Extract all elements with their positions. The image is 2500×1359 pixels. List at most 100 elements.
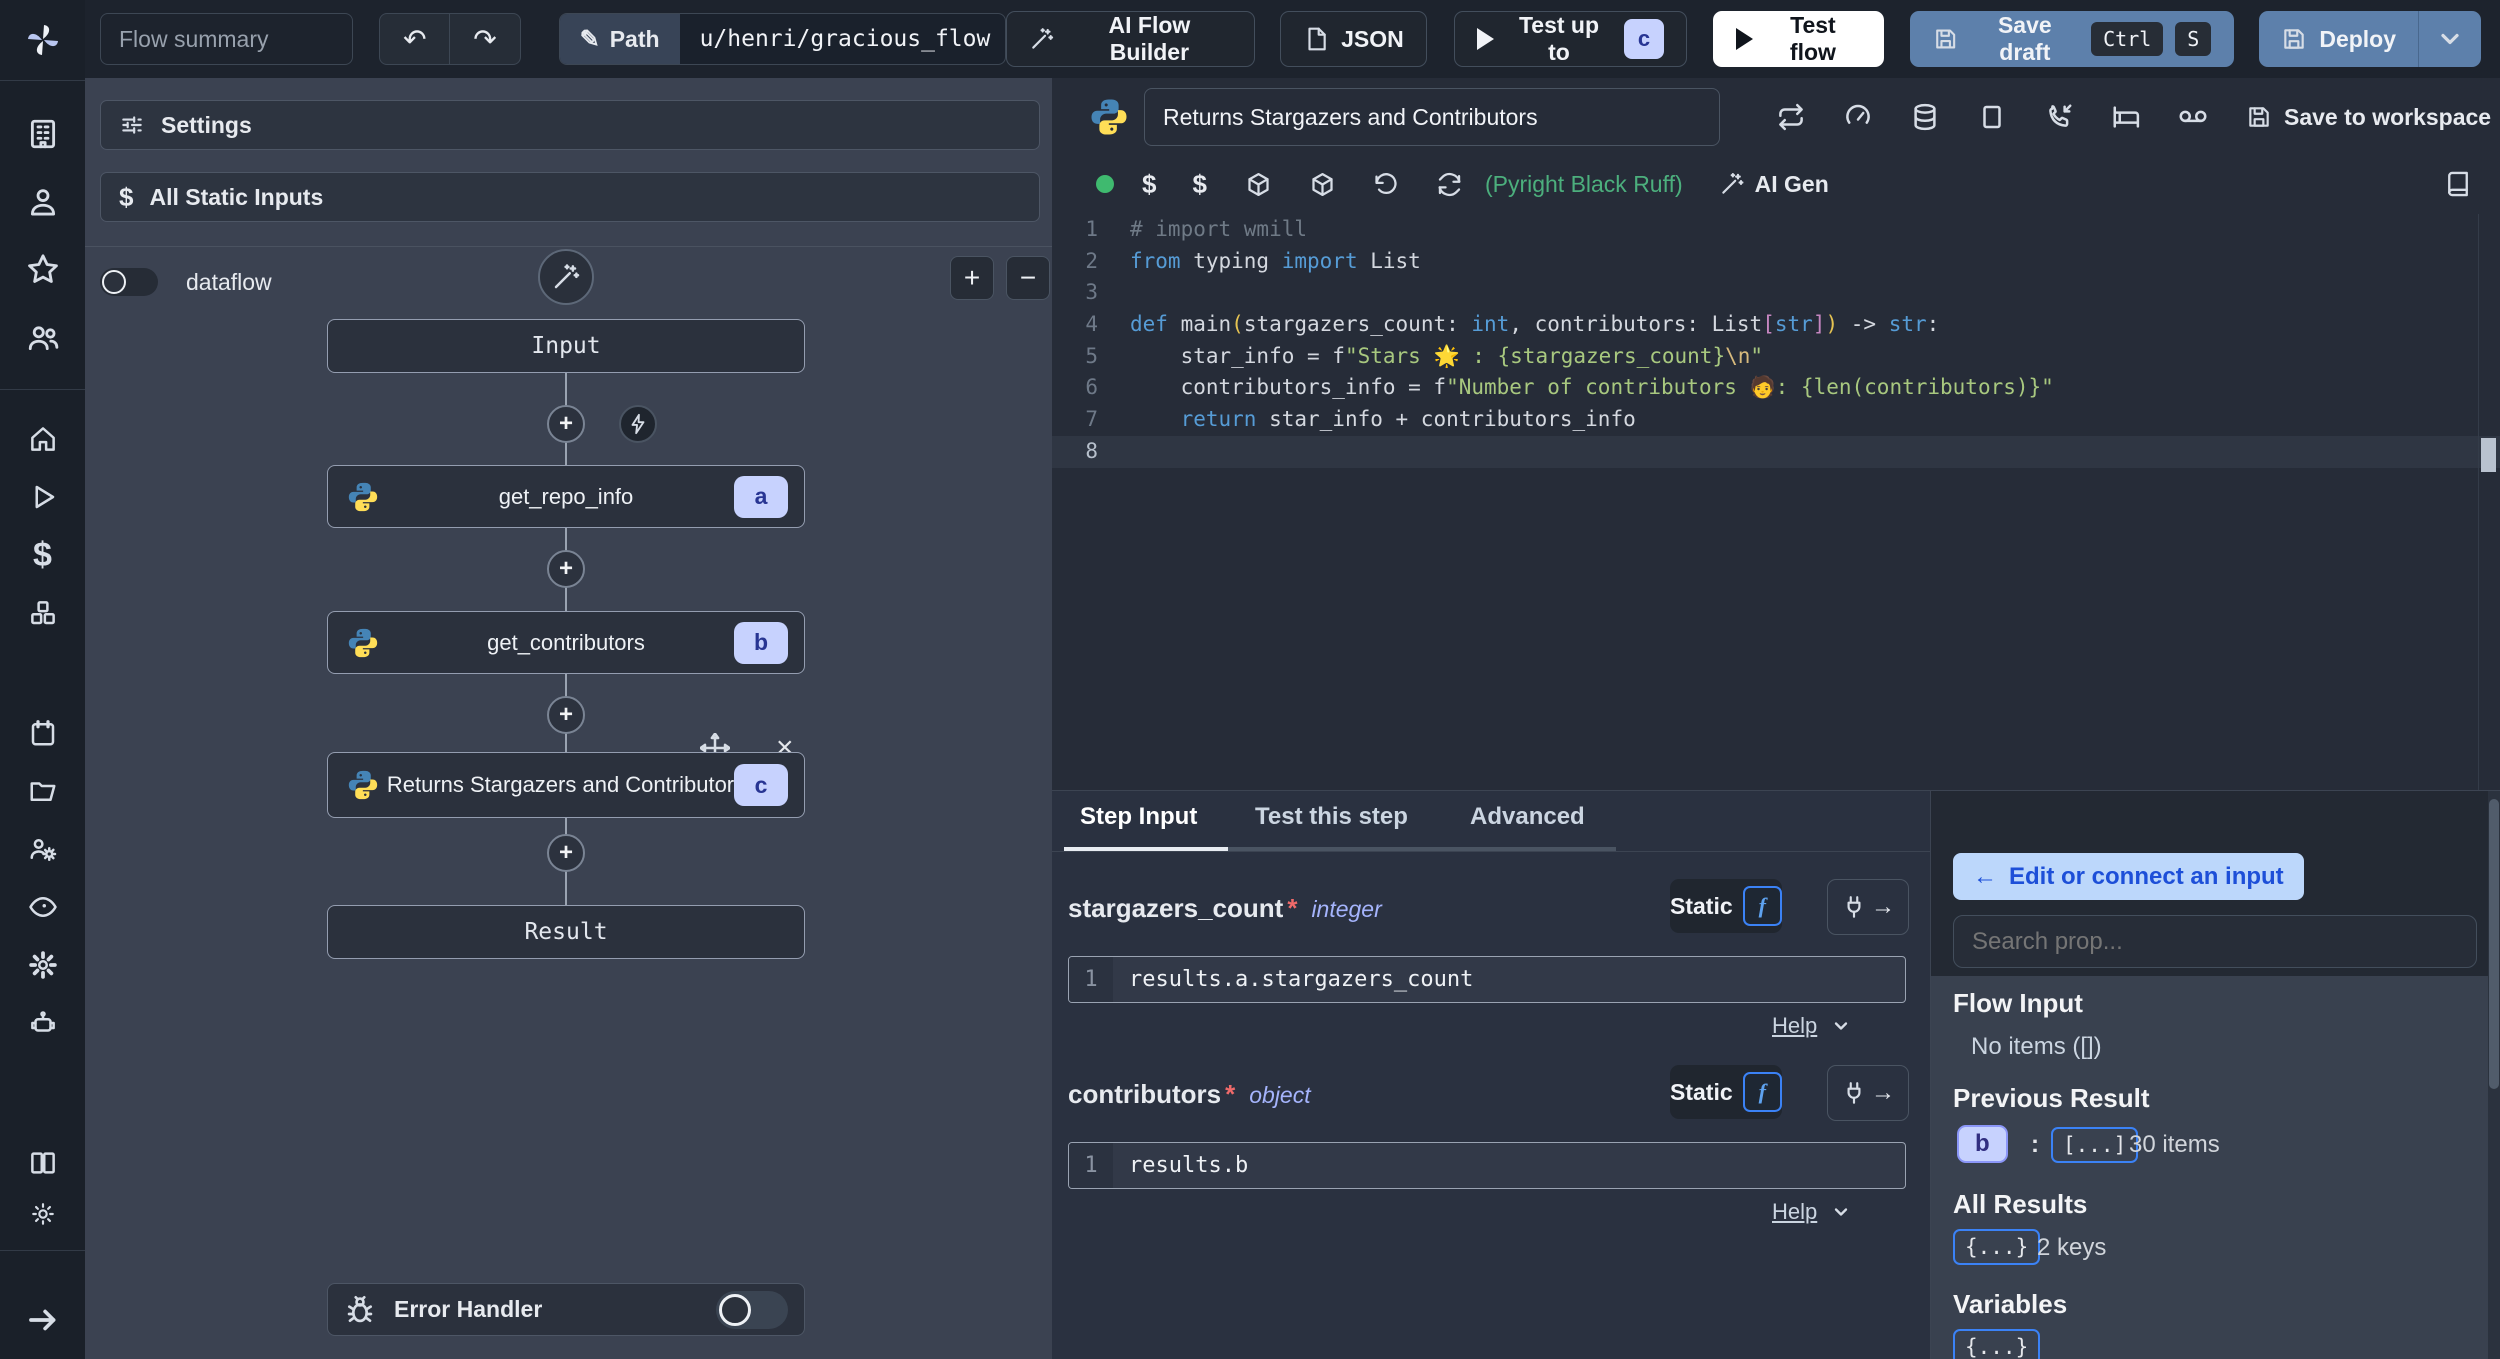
edit-or-connect-button[interactable]: ← Edit or connect an input — [1953, 853, 2304, 900]
flow-result-node[interactable]: Result — [327, 905, 805, 959]
connect-input-button[interactable]: → — [1827, 1065, 1909, 1121]
ai-step-wand-button[interactable] — [538, 249, 594, 305]
ai-gen-button[interactable]: AI Gen — [1719, 171, 1829, 198]
arrow-right-icon: → — [1871, 1079, 1895, 1106]
array-expand-chip[interactable]: [...] — [2051, 1127, 2139, 1163]
database-icon[interactable] — [1910, 102, 1940, 132]
tab-advanced[interactable]: Advanced — [1470, 803, 1585, 831]
step-node-b[interactable]: get_contributors b — [327, 611, 805, 674]
sidebar-item-workers[interactable] — [0, 820, 85, 878]
sidebar-item-home[interactable] — [0, 410, 85, 468]
sidebar-item-ai[interactable] — [0, 994, 85, 1052]
step-node-c[interactable]: Returns Stargazers and Contributors c — [327, 752, 805, 818]
test-up-to-button[interactable]: Test up to c — [1453, 11, 1687, 67]
editor-toolbar: $ $ (Pyright Black Ruff) AI Gen — [1052, 158, 2500, 210]
sidebar-item-settings[interactable] — [0, 936, 85, 994]
prop-connect-panel: ← Edit or connect an input Flow Input No… — [1930, 790, 2500, 1359]
sidebar-item-variables[interactable]: $ — [0, 526, 85, 584]
redo-button[interactable]: ↷ — [449, 14, 519, 64]
package-icon[interactable] — [1245, 171, 1272, 198]
dollar-icon: $ — [119, 181, 134, 212]
sliders-icon — [119, 112, 145, 138]
tab-step-input[interactable]: Step Input — [1080, 803, 1197, 831]
step-id-badge: c — [734, 764, 788, 806]
code-editor[interactable]: 1 # import wmill 2 from typing import List 3… — [1052, 214, 2500, 790]
windmill-logo-icon[interactable] — [0, 0, 85, 80]
sidebar-item-folders[interactable] — [0, 762, 85, 820]
save-to-workspace-button[interactable]: Save to workspace — [2246, 104, 2491, 131]
undo-icon[interactable] — [1372, 171, 1399, 198]
add-step-button[interactable]: + — [547, 834, 585, 872]
lint-status[interactable]: (Pyright Black Ruff) — [1485, 171, 1683, 198]
bed-icon[interactable] — [2111, 102, 2141, 132]
library-button[interactable] — [2444, 170, 2472, 203]
error-handler-row[interactable]: Error Handler — [327, 1283, 805, 1336]
sidebar-expand-icon[interactable] — [0, 1291, 85, 1349]
trigger-button[interactable] — [619, 405, 657, 443]
expr-input-stargazers-count[interactable]: 1 results.a.stargazers_count — [1068, 956, 1906, 1003]
sidebar-item-runs[interactable] — [0, 468, 85, 526]
json-button[interactable]: JSON — [1280, 11, 1427, 67]
sidebar-item-resources[interactable] — [0, 584, 85, 642]
save-draft-button[interactable]: Save draft Ctrl S — [1910, 11, 2235, 67]
tab-test-this-step[interactable]: Test this step — [1255, 803, 1408, 831]
prop-panel-scrollbar[interactable] — [2489, 799, 2499, 1089]
javascript-expr-button[interactable]: f — [1742, 886, 1782, 926]
flow-graph-panel: Settings $ All Static Inputs dataflow + … — [85, 78, 1052, 1359]
sidebar-item-groups[interactable] — [0, 309, 85, 367]
error-handler-toggle[interactable] — [716, 1290, 788, 1329]
prev-result-id-badge[interactable]: b — [1957, 1125, 2008, 1163]
flow-input-node[interactable]: Input — [327, 319, 805, 373]
deploy-dropdown-button[interactable] — [2419, 25, 2481, 53]
object-expand-chip[interactable]: {...} — [1953, 1229, 2041, 1265]
expr-input-contributors[interactable]: 1 results.b — [1068, 1142, 1906, 1189]
sidebar-item-favorites[interactable] — [0, 241, 85, 299]
refresh-icon[interactable] — [1436, 171, 1463, 198]
connect-input-button[interactable]: → — [1827, 879, 1909, 935]
code-line: 5 star_info = f"Stars 🌟 : {stargazers_co… — [1085, 343, 1764, 368]
editor-scrollbar[interactable] — [2481, 438, 2496, 472]
step-id-badge: a — [734, 475, 788, 518]
square-icon[interactable] — [1977, 102, 2007, 132]
javascript-expr-button[interactable]: f — [1742, 1072, 1782, 1112]
variables-expand-chip[interactable]: {...} — [1953, 1329, 2041, 1359]
test-flow-button[interactable]: Test flow — [1712, 11, 1885, 67]
help-link[interactable]: Help — [1772, 1013, 1851, 1039]
flow-summary-button[interactable]: Flow summary — [100, 13, 354, 65]
deploy-button[interactable]: Deploy — [2259, 11, 2418, 67]
repeat-icon[interactable] — [1776, 102, 1806, 132]
dollar-icon[interactable]: $ — [1142, 169, 1156, 200]
search-prop-input[interactable] — [1953, 915, 2477, 968]
sidebar-item-audit-logs[interactable] — [0, 878, 85, 936]
sidebar-item-workspace[interactable] — [0, 105, 85, 163]
help-link[interactable]: Help — [1772, 1199, 1851, 1225]
input-mode-toggle[interactable]: Static f — [1670, 879, 1782, 933]
step-title-input[interactable] — [1144, 88, 1720, 146]
gauge-icon[interactable] — [1843, 102, 1873, 132]
dollar-icon[interactable]: $ — [1192, 169, 1206, 200]
editor-header: Save to workspace — [1052, 78, 2500, 156]
flow-input-empty: No items ([]) — [1971, 1033, 2102, 1060]
add-step-button[interactable]: + — [547, 405, 585, 443]
code-line: 4 def main(stargazers_count: int, contrib… — [1085, 312, 1940, 337]
zoom-out-button[interactable]: − — [1006, 256, 1050, 300]
ai-flow-builder-button[interactable]: AI Flow Builder — [1006, 11, 1256, 67]
zoom-in-button[interactable]: + — [950, 256, 994, 300]
path-value[interactable]: u/henri/gracious_flow — [680, 26, 1006, 52]
all-static-inputs-button[interactable]: $ All Static Inputs — [100, 172, 1040, 222]
voicemail-icon[interactable] — [2178, 102, 2208, 132]
theme-toggle-icon[interactable] — [0, 1192, 85, 1236]
add-step-button[interactable]: + — [547, 696, 585, 734]
dataflow-toggle[interactable] — [100, 268, 158, 296]
phone-incoming-icon[interactable] — [2044, 102, 2074, 132]
sidebar-item-schedules[interactable] — [0, 704, 85, 762]
input-mode-toggle[interactable]: Static f — [1670, 1065, 1782, 1119]
sidebar-item-docs[interactable] — [0, 1134, 85, 1192]
package-icon[interactable] — [1309, 171, 1336, 198]
add-step-button[interactable]: + — [547, 550, 585, 588]
flow-settings-button[interactable]: Settings — [100, 100, 1040, 150]
step-node-a[interactable]: get_repo_info a — [327, 465, 805, 528]
sidebar-item-user[interactable] — [0, 173, 85, 231]
undo-button[interactable]: ↶ — [380, 14, 449, 64]
panel-divider — [85, 246, 1052, 247]
